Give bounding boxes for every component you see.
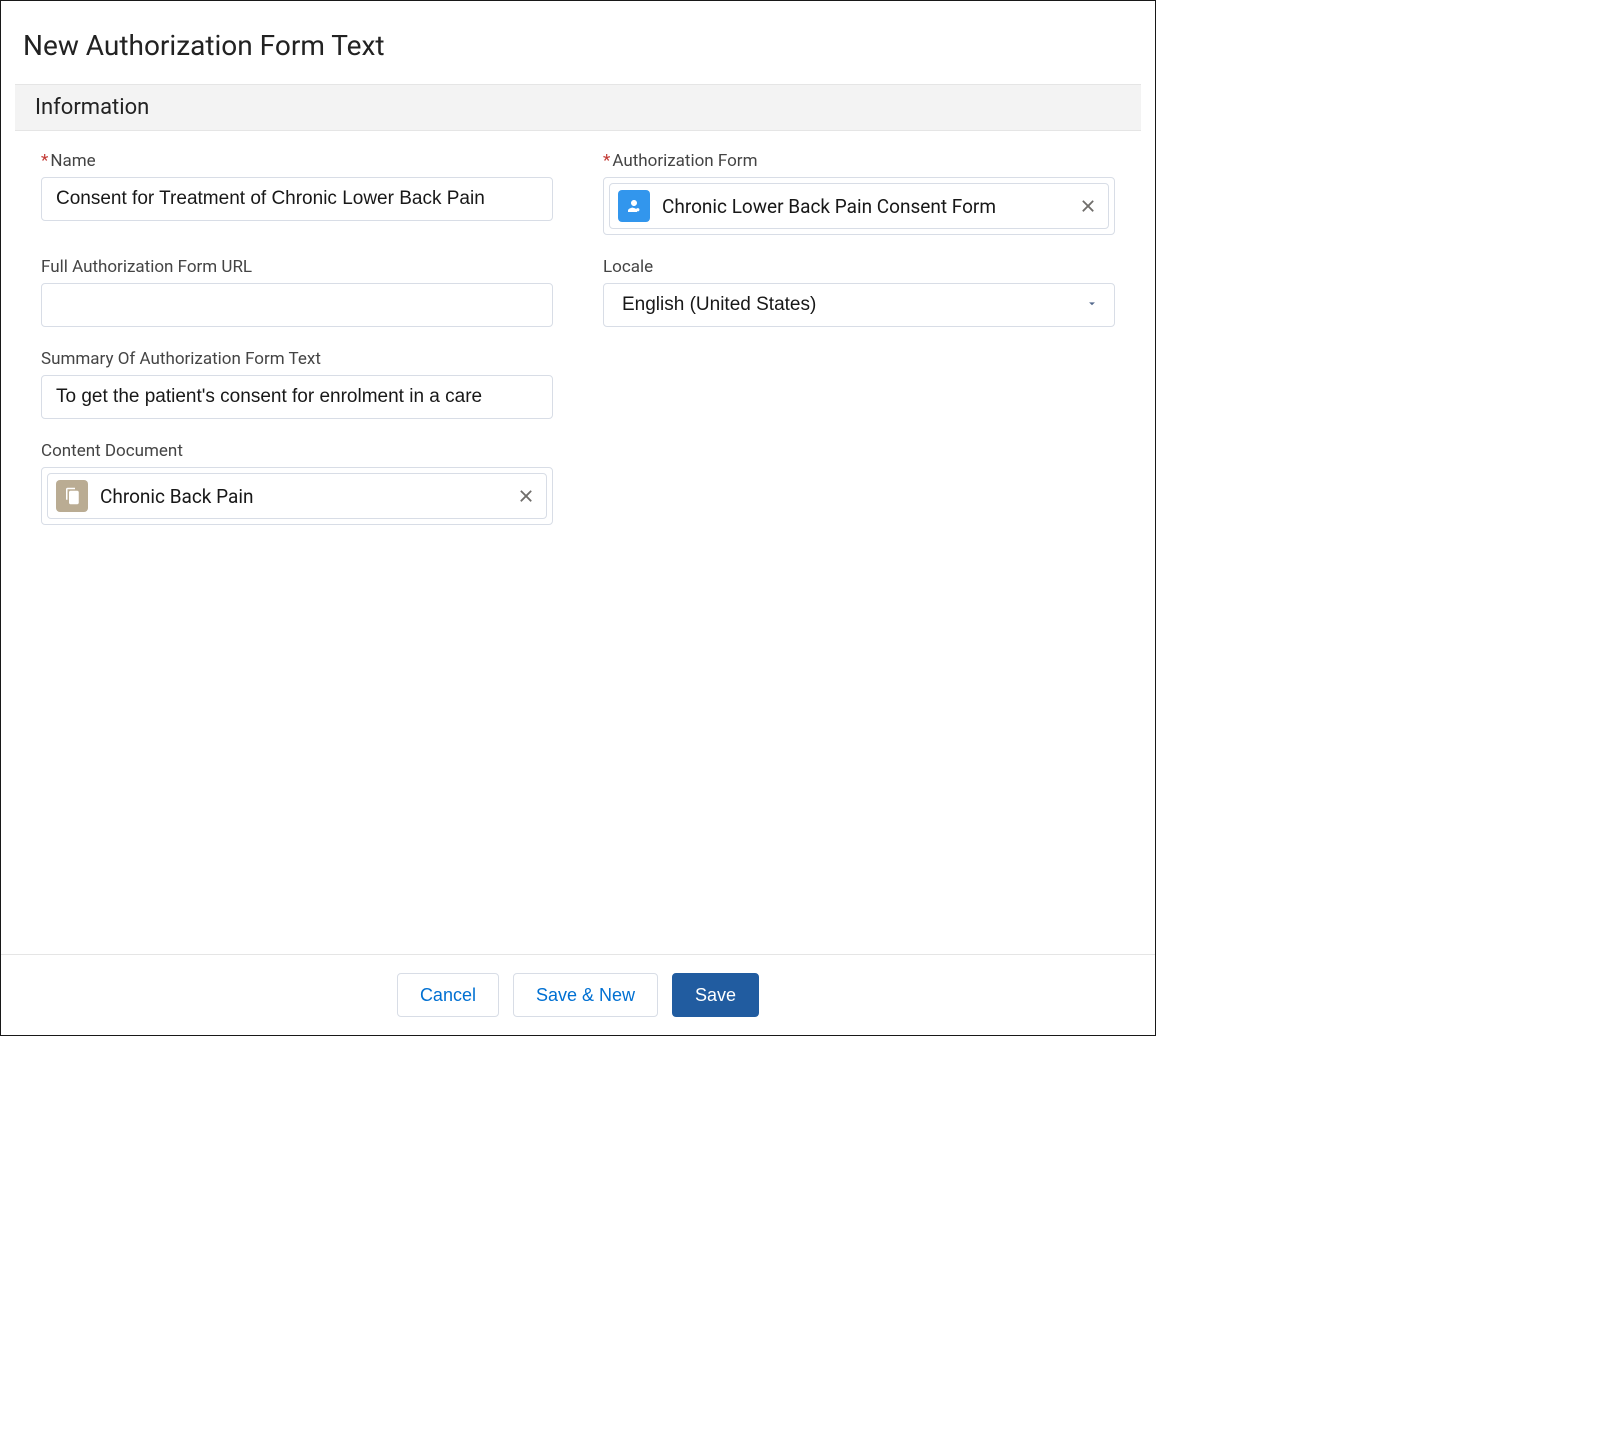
person-icon: [618, 190, 650, 222]
authorization-form-remove-button[interactable]: [1076, 194, 1100, 218]
summary-label: Summary Of Authorization Form Text: [41, 349, 553, 369]
url-label: Full Authorization Form URL: [41, 257, 553, 277]
authorization-form-label: *Authorization Form: [603, 151, 1115, 171]
modal-title: New Authorization Form Text: [1, 1, 1155, 84]
field-authorization-form: *Authorization Form Chronic Lower Back P…: [603, 151, 1115, 235]
field-locale: Locale English (United States): [603, 257, 1115, 327]
section-header-information: Information: [15, 84, 1141, 131]
content-document-pill: Chronic Back Pain: [47, 473, 547, 519]
content-document-label: Content Document: [41, 441, 553, 461]
content-document-value: Chronic Back Pain: [100, 485, 502, 508]
new-authorization-form-text-modal: New Authorization Form Text Information …: [0, 0, 1156, 1036]
modal-footer: Cancel Save & New Save: [1, 954, 1155, 1035]
cancel-button[interactable]: Cancel: [397, 973, 499, 1017]
save-and-new-button[interactable]: Save & New: [513, 973, 658, 1017]
document-icon: [56, 480, 88, 512]
field-name: *Name: [41, 151, 553, 235]
locale-label: Locale: [603, 257, 1115, 277]
close-icon: [518, 488, 534, 504]
summary-input[interactable]: [41, 375, 553, 419]
field-url: Full Authorization Form URL: [41, 257, 553, 327]
authorization-form-value: Chronic Lower Back Pain Consent Form: [662, 195, 1064, 218]
locale-select-wrap: English (United States): [603, 283, 1115, 327]
url-input[interactable]: [41, 283, 553, 327]
field-content-document: Content Document Chronic Back Pain: [41, 441, 553, 525]
save-button[interactable]: Save: [672, 973, 759, 1017]
close-icon: [1080, 198, 1096, 214]
name-label: *Name: [41, 151, 553, 171]
locale-select[interactable]: English (United States): [603, 283, 1115, 327]
locale-value: English (United States): [622, 294, 816, 316]
form-body: *Name *Authorization Form Chronic Lower …: [1, 131, 1155, 954]
required-asterisk: *: [603, 151, 610, 171]
authorization-form-pill: Chronic Lower Back Pain Consent Form: [609, 183, 1109, 229]
name-input[interactable]: [41, 177, 553, 221]
content-document-lookup[interactable]: Chronic Back Pain: [41, 467, 553, 525]
required-asterisk: *: [41, 151, 48, 171]
authorization-form-lookup[interactable]: Chronic Lower Back Pain Consent Form: [603, 177, 1115, 235]
field-summary: Summary Of Authorization Form Text: [41, 349, 553, 419]
content-document-remove-button[interactable]: [514, 484, 538, 508]
